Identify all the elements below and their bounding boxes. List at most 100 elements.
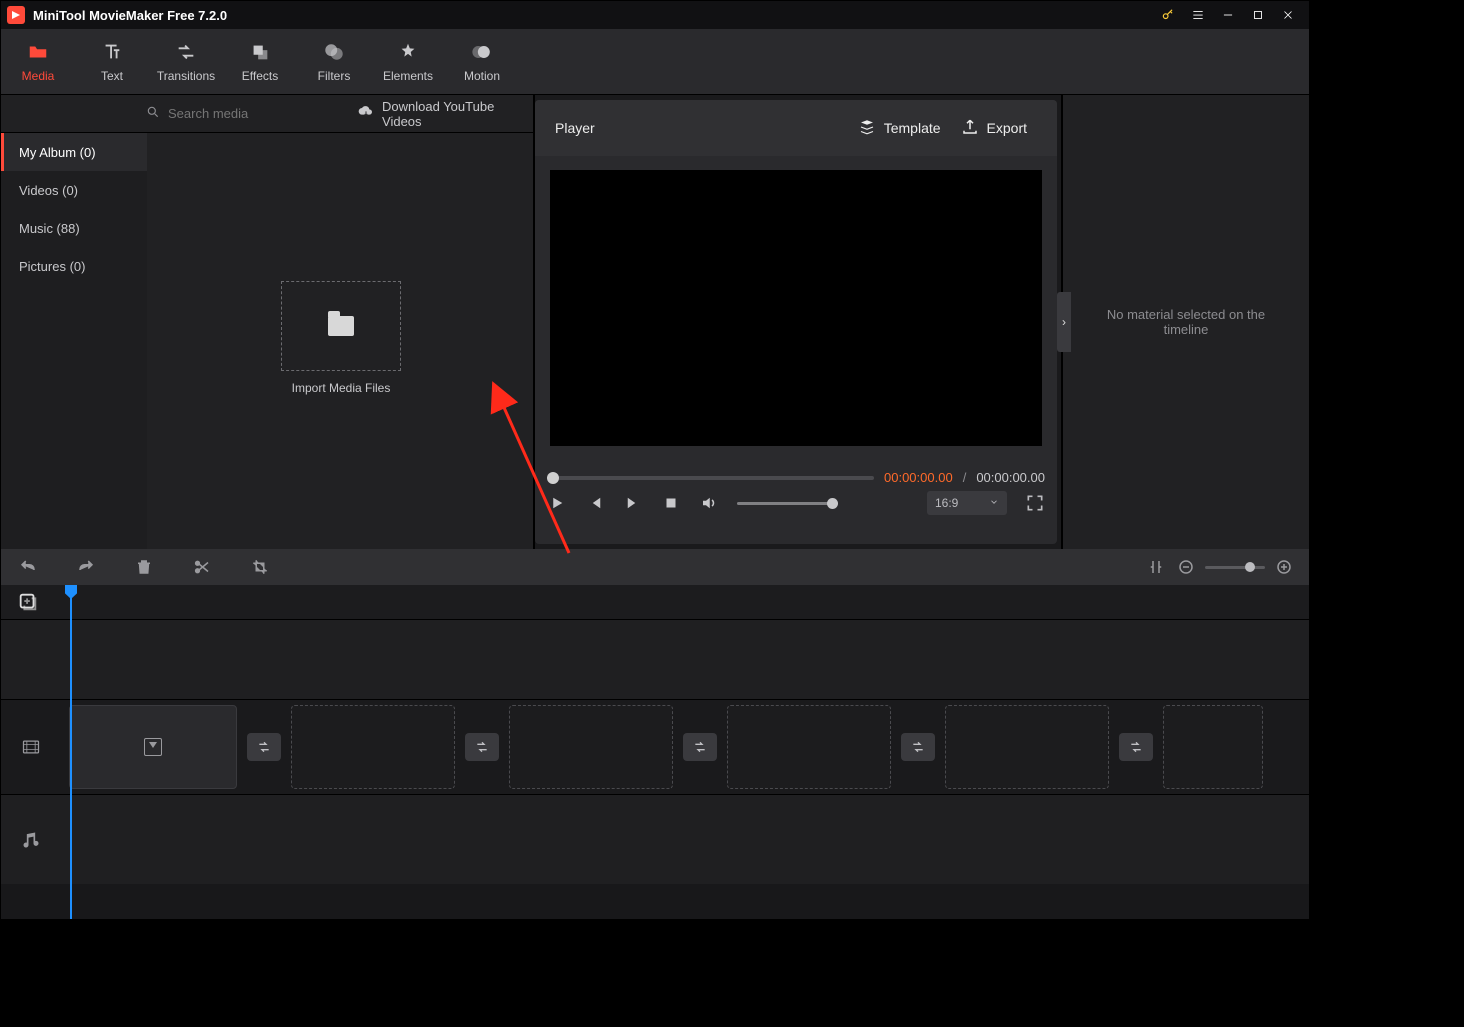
tab-motion[interactable]: Motion	[445, 29, 519, 94]
scrub-slider[interactable]	[547, 476, 874, 480]
effects-icon	[249, 41, 271, 63]
tab-label: Motion	[464, 69, 500, 83]
text-track[interactable]	[1, 619, 1309, 699]
audio-track[interactable]	[1, 794, 1309, 884]
sidebar-item-music[interactable]: Music (88)	[1, 209, 147, 247]
timeline-ruler[interactable]	[1, 585, 1309, 619]
zoom-in-button[interactable]	[1275, 558, 1293, 576]
fullscreen-button[interactable]	[1025, 493, 1045, 513]
search-input[interactable]	[168, 106, 344, 121]
download-icon	[144, 738, 162, 756]
tab-label: Filters	[318, 69, 351, 83]
stop-button[interactable]	[661, 493, 681, 513]
crop-button[interactable]	[249, 556, 271, 578]
timecode-total: 00:00:00.00	[976, 470, 1045, 485]
clip-slot[interactable]	[1163, 705, 1263, 789]
timecode-sep: /	[963, 470, 967, 485]
maximize-button[interactable]	[1243, 1, 1273, 29]
timeline	[1, 585, 1309, 919]
tab-label: Transitions	[157, 69, 215, 83]
export-button[interactable]: Export	[951, 118, 1037, 139]
ribbon: Media Text Transitions Effects Filters E…	[1, 29, 1309, 95]
clip-drop-slot[interactable]	[69, 705, 237, 789]
audio-track-icon	[1, 795, 61, 884]
split-button[interactable]	[191, 556, 213, 578]
menu-icon[interactable]	[1183, 1, 1213, 29]
inspector-collapse-handle[interactable]: ›	[1057, 292, 1071, 352]
clip-slot[interactable]	[291, 705, 455, 789]
folder-icon	[328, 316, 354, 336]
video-track[interactable]	[1, 699, 1309, 794]
inspector-message: No material selected on the timeline	[1063, 307, 1309, 337]
titlebar: MiniTool MovieMaker Free 7.2.0	[1, 1, 1309, 29]
media-sidebar: My Album (0) Videos (0) Music (88) Pictu…	[1, 133, 147, 549]
tab-media[interactable]: Media	[1, 29, 75, 94]
template-icon	[858, 118, 876, 139]
tab-label: Elements	[383, 69, 433, 83]
search-icon	[146, 105, 160, 122]
transition-slot[interactable]	[901, 733, 935, 761]
clip-slot[interactable]	[509, 705, 673, 789]
timeline-toolbar	[1, 549, 1309, 585]
play-button[interactable]	[547, 493, 567, 513]
redo-button[interactable]	[75, 556, 97, 578]
zoom-out-button[interactable]	[1177, 558, 1195, 576]
prev-frame-button[interactable]	[585, 493, 605, 513]
transition-slot[interactable]	[683, 733, 717, 761]
download-youtube-label: Download YouTube Videos	[382, 99, 519, 129]
tab-filters[interactable]: Filters	[297, 29, 371, 94]
timecode-current: 00:00:00.00	[884, 470, 953, 485]
next-frame-button[interactable]	[623, 493, 643, 513]
zoom-slider[interactable]	[1205, 566, 1265, 569]
transitions-icon	[175, 41, 197, 63]
transition-slot[interactable]	[465, 733, 499, 761]
import-media-label: Import Media Files	[281, 381, 401, 395]
tab-label: Effects	[242, 69, 278, 83]
tab-elements[interactable]: Elements	[371, 29, 445, 94]
app-title: MiniTool MovieMaker Free 7.2.0	[33, 8, 227, 23]
sidebar-item-pictures[interactable]: Pictures (0)	[1, 247, 147, 285]
media-pane: Download YouTube Videos My Album (0) Vid…	[1, 95, 535, 549]
tab-label: Media	[22, 69, 55, 83]
media-content: Import Media Files	[147, 133, 533, 549]
app-logo-icon	[7, 6, 25, 24]
motion-icon	[471, 41, 493, 63]
delete-button[interactable]	[133, 556, 155, 578]
sidebar-item-videos[interactable]: Videos (0)	[1, 171, 147, 209]
chevron-down-icon	[989, 496, 999, 510]
tab-effects[interactable]: Effects	[223, 29, 297, 94]
close-button[interactable]	[1273, 1, 1303, 29]
folder-icon	[27, 41, 49, 63]
video-track-icon	[1, 700, 61, 794]
tab-label: Text	[101, 69, 123, 83]
download-youtube-button[interactable]: Download YouTube Videos	[344, 99, 533, 129]
fit-zoom-button[interactable]	[1145, 556, 1167, 578]
transition-slot[interactable]	[1119, 733, 1153, 761]
add-track-button[interactable]	[17, 591, 39, 613]
cloud-download-icon	[358, 104, 374, 123]
text-icon	[101, 41, 123, 63]
player-pane: Player Template Export 00:00:00.00 / 00:	[535, 100, 1057, 544]
filters-icon	[323, 41, 345, 63]
aspect-ratio-select[interactable]: 16:9	[927, 491, 1007, 515]
template-button[interactable]: Template	[848, 118, 951, 139]
minimize-button[interactable]	[1213, 1, 1243, 29]
elements-icon	[397, 41, 419, 63]
video-preview[interactable]	[550, 170, 1042, 446]
inspector-pane: › No material selected on the timeline	[1061, 95, 1309, 549]
clip-slot[interactable]	[727, 705, 891, 789]
import-media-dropzone[interactable]	[281, 281, 401, 371]
volume-slider[interactable]	[737, 502, 833, 505]
activate-key-icon[interactable]	[1153, 1, 1183, 29]
player-title: Player	[555, 120, 595, 136]
tab-transitions[interactable]: Transitions	[149, 29, 223, 94]
export-icon	[961, 118, 979, 139]
clip-slot[interactable]	[945, 705, 1109, 789]
transition-slot[interactable]	[247, 733, 281, 761]
media-toolbar: Download YouTube Videos	[1, 95, 533, 133]
volume-button[interactable]	[699, 493, 719, 513]
sidebar-item-my-album[interactable]: My Album (0)	[1, 133, 147, 171]
undo-button[interactable]	[17, 556, 39, 578]
tab-text[interactable]: Text	[75, 29, 149, 94]
playhead[interactable]	[70, 585, 72, 919]
